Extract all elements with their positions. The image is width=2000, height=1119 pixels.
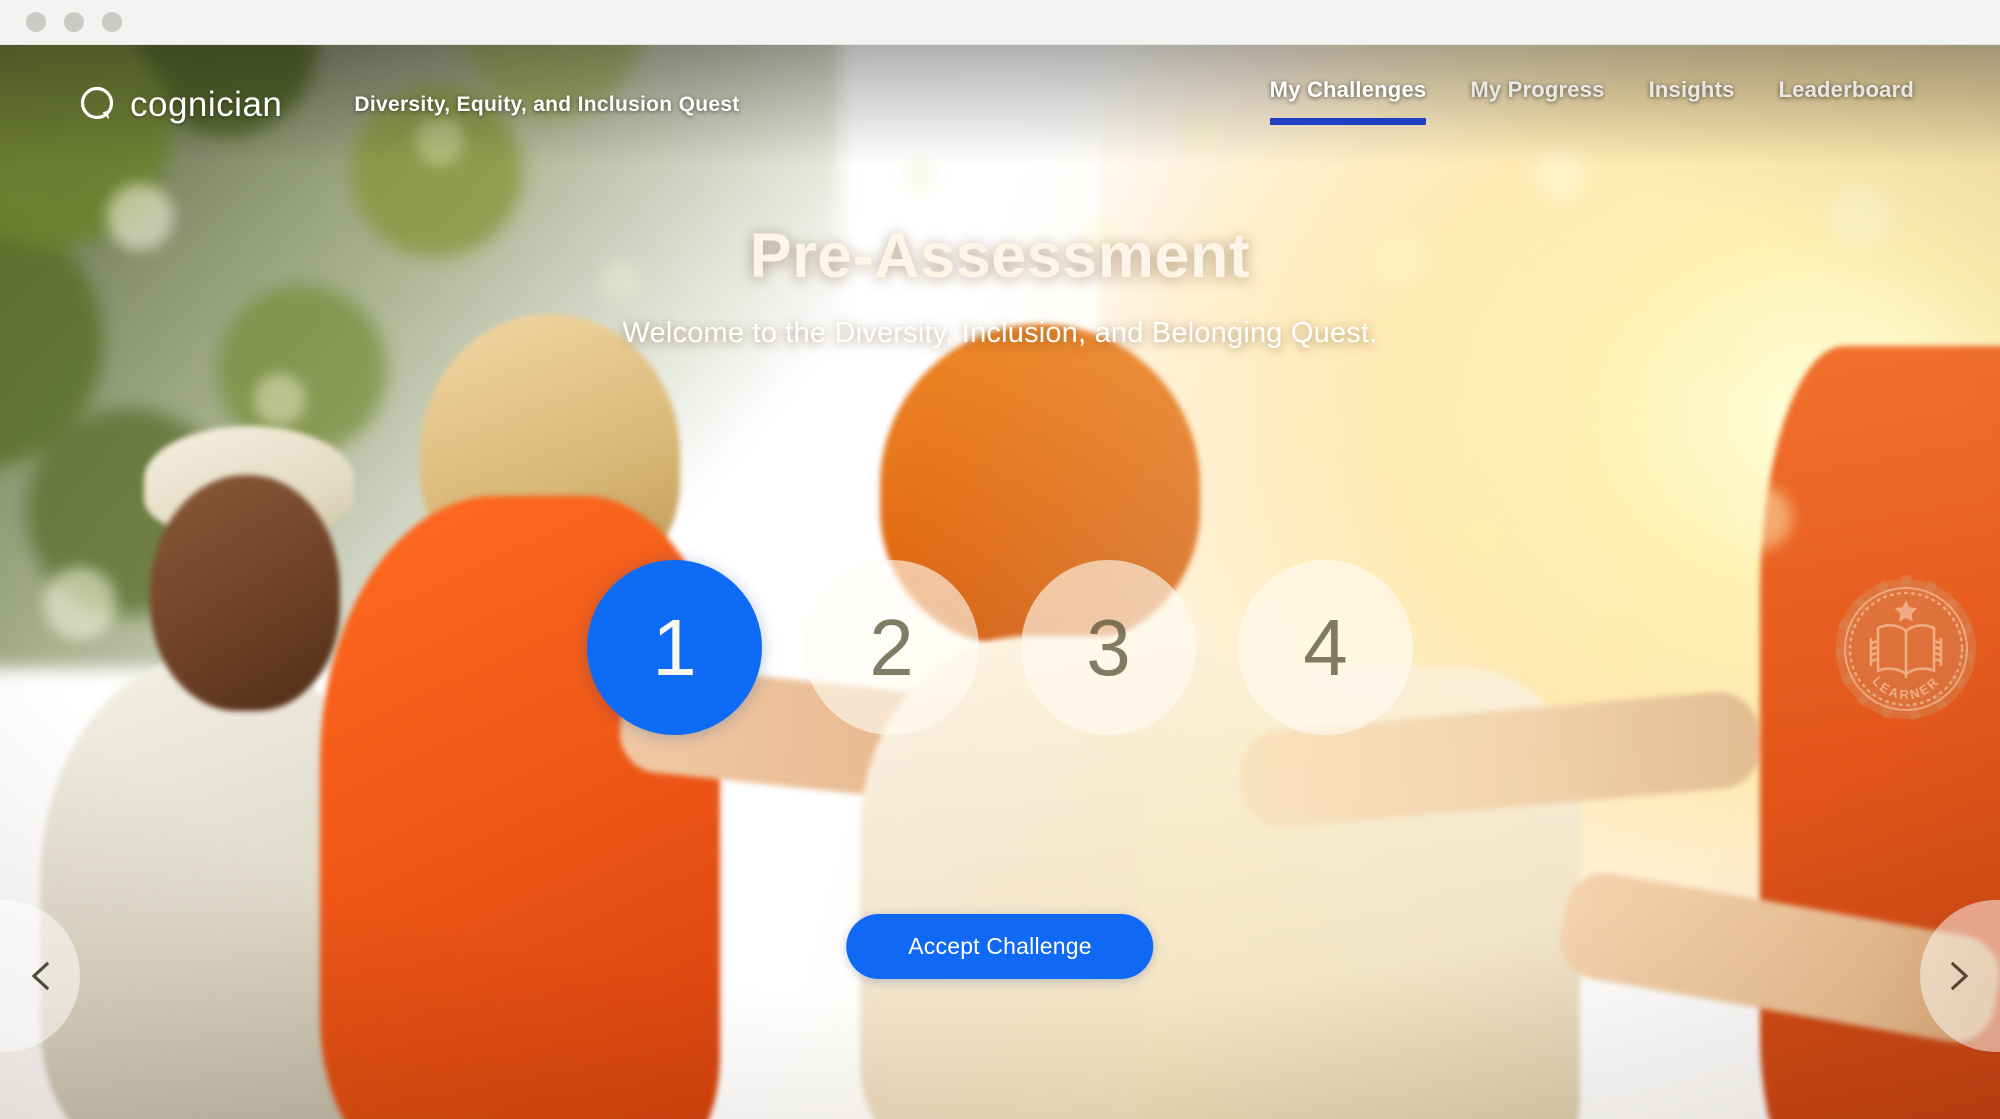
- step-circle-1[interactable]: 1: [587, 560, 762, 735]
- nav-label: Insights: [1648, 77, 1735, 102]
- window-minimize-dot[interactable]: [64, 12, 84, 32]
- nav-item-insights[interactable]: Insights: [1627, 77, 1757, 133]
- browser-chrome-bar: [0, 0, 2000, 45]
- nav-label: My Progress: [1470, 77, 1605, 102]
- chevron-left-icon: [24, 959, 58, 993]
- window-maximize-dot[interactable]: [102, 12, 122, 32]
- nav-item-my-challenges[interactable]: My Challenges: [1248, 77, 1449, 133]
- nav-label: My Challenges: [1269, 77, 1427, 102]
- step-number: 2: [869, 602, 914, 692]
- chevron-right-icon: [1942, 959, 1976, 993]
- learner-badge[interactable]: LEARNER: [1830, 573, 1982, 725]
- step-number: 1: [652, 602, 697, 692]
- challenge-step-track: 1 2 3 4: [0, 560, 2000, 735]
- brand-logo[interactable]: cognician: [78, 85, 282, 125]
- step-number: 4: [1303, 602, 1348, 692]
- app-viewport: cognician Diversity, Equity, and Inclusi…: [0, 45, 2000, 1119]
- nav-item-leaderboard[interactable]: Leaderboard: [1757, 77, 1936, 133]
- window-close-dot[interactable]: [26, 12, 46, 32]
- main-navigation: My Challenges My Progress Insights Leade…: [1248, 77, 1936, 133]
- step-circle-2[interactable]: 2: [804, 560, 979, 735]
- nav-item-my-progress[interactable]: My Progress: [1448, 77, 1626, 133]
- step-circle-3[interactable]: 3: [1021, 560, 1196, 735]
- course-title: Diversity, Equity, and Inclusion Quest: [354, 93, 740, 116]
- accept-challenge-button[interactable]: Accept Challenge: [846, 914, 1154, 979]
- speech-bubble-q-icon: [78, 85, 118, 125]
- step-circle-4[interactable]: 4: [1238, 560, 1413, 735]
- brand-name: cognician: [130, 85, 283, 124]
- nav-label: Leaderboard: [1778, 77, 1914, 102]
- step-number: 3: [1086, 602, 1131, 692]
- app-header: cognician Diversity, Equity, and Inclusi…: [0, 45, 2000, 165]
